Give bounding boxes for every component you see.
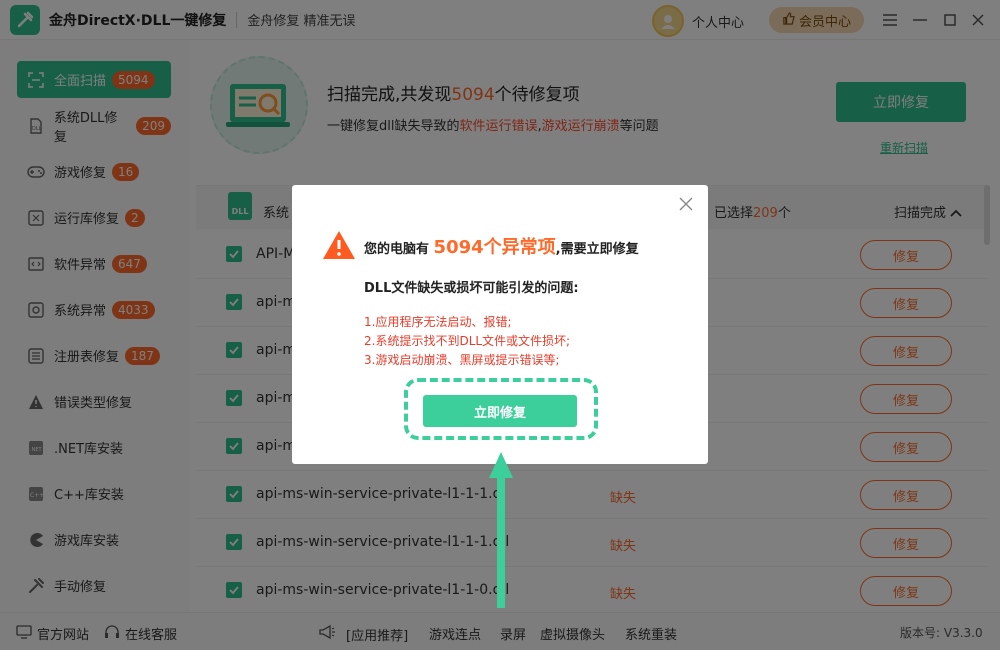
pointer-arrow-icon bbox=[486, 450, 516, 610]
close-icon[interactable] bbox=[679, 197, 695, 213]
anomaly-count: 5094个异常项 bbox=[433, 237, 556, 258]
issue-item: 3.游戏启动崩溃、黑屏或提示错误等; bbox=[364, 353, 560, 367]
fix-prompt-dialog: 您的电脑有 5094个异常项,需要立即修复 DLL文件缺失或损坏可能引发的问题:… bbox=[292, 185, 708, 464]
issue-item: 1.应用程序无法启动、报错; bbox=[364, 315, 512, 329]
dialog-headline: 您的电脑有 5094个异常项,需要立即修复 bbox=[364, 237, 639, 258]
dialog-subtitle: DLL文件缺失或损坏可能引发的问题: bbox=[364, 281, 579, 296]
warning-triangle-icon bbox=[322, 230, 356, 260]
fix-now-button[interactable]: 立即修复 bbox=[423, 395, 577, 427]
issue-item: 2.系统提示找不到DLL文件或文件损坏; bbox=[364, 334, 571, 348]
